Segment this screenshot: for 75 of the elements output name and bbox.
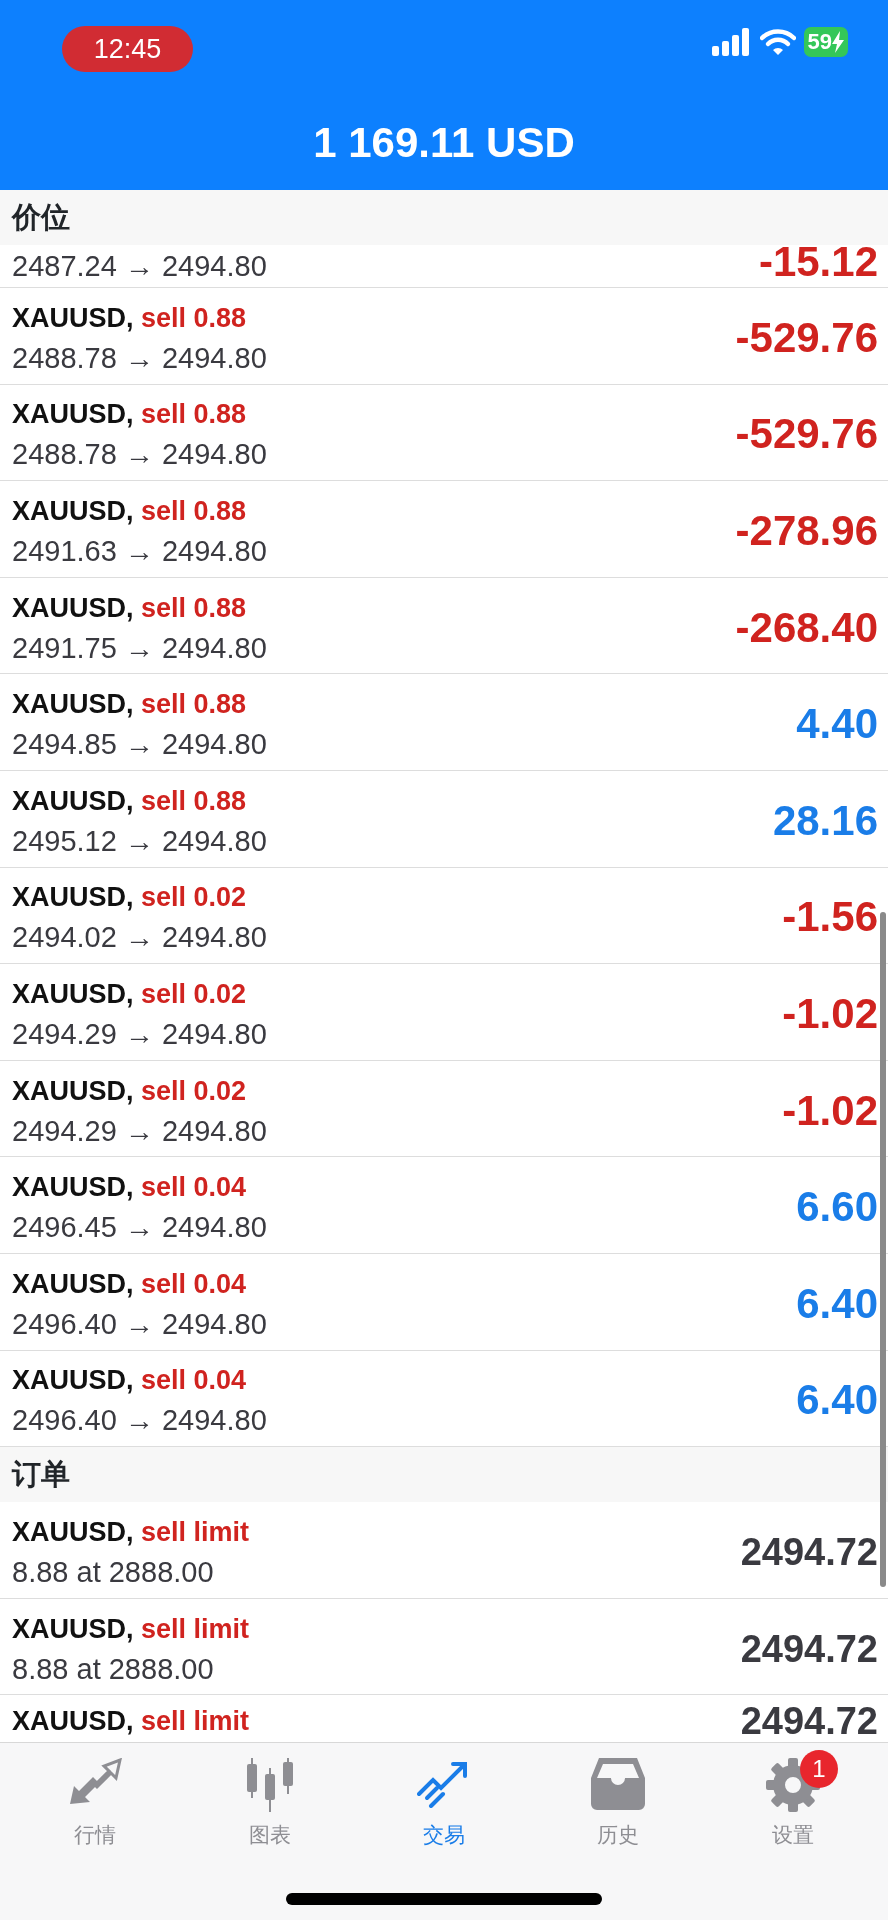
order-type: sell 0.88 — [140, 302, 247, 333]
order-type: sell 0.02 — [140, 882, 247, 913]
symbol-label: XAUUSD, — [12, 785, 134, 816]
profit-value: 6.40 — [796, 1279, 878, 1328]
price-detail: 2487.24 → 2494.80 — [12, 249, 267, 284]
symbol-label: XAUUSD, — [12, 496, 134, 526]
section-header: 订单 — [0, 1447, 888, 1503]
price-detail: 2491.75 → 2494.80 — [12, 630, 267, 666]
order-type: sell limit — [140, 1613, 250, 1644]
status-time: 12:45 — [62, 25, 193, 72]
order-type: sell 0.04 — [140, 1172, 247, 1203]
tab-button[interactable]: 行情 — [8, 1743, 183, 1920]
order-type: sell limit — [140, 1516, 250, 1547]
battery-level: 59 — [803, 26, 848, 57]
section-header: 价位 — [0, 190, 888, 245]
order-type: sell 0.88 — [140, 592, 247, 623]
symbol-label: XAUUSD, — [12, 1172, 134, 1203]
charging-icon — [832, 30, 844, 53]
price-detail: 2494.29 → 2494.80 — [12, 1113, 267, 1149]
price-detail: 2495.12 → 2494.80 — [12, 823, 267, 859]
tab-button[interactable]: 交易 — [356, 1743, 532, 1920]
order-type: sell 0.88 — [140, 496, 247, 526]
profit-value: -268.40 — [735, 603, 878, 652]
symbol-label: XAUUSD, — [12, 882, 134, 913]
price-detail: 8.88 at 2888.00 — [12, 1651, 215, 1687]
wifi-icon — [759, 27, 796, 56]
symbol-label: XAUUSD, — [12, 1075, 134, 1106]
profit-value: 6.40 — [796, 1376, 878, 1425]
symbol-label: XAUUSD, — [12, 399, 134, 430]
symbol-label: XAUUSD, — [12, 302, 134, 333]
profit-value: 4.40 — [796, 700, 878, 749]
price-detail: 2496.40 → 2494.80 — [12, 1403, 267, 1439]
price-detail: 8.88 at 2888.00 — [12, 1554, 215, 1590]
order-type: sell 0.88 — [140, 399, 247, 430]
order-type: sell 0.02 — [140, 1075, 247, 1106]
price-detail: 2491.63 → 2494.80 — [12, 534, 267, 569]
symbol-label: XAUUSD, — [12, 1365, 134, 1396]
symbol-label: XAUUSD, — [12, 592, 134, 623]
profit-value: 28.16 — [772, 796, 878, 845]
price-detail: 2496.45 → 2494.80 — [12, 1210, 267, 1246]
symbol-label: XAUUSD, — [12, 1613, 134, 1644]
symbol-label: XAUUSD, — [12, 1516, 134, 1547]
price-detail: 2494.02 → 2494.80 — [12, 920, 267, 956]
profit-value: -529.76 — [735, 313, 878, 362]
order-type: sell 0.88 — [140, 689, 247, 720]
inbox-icon — [591, 1758, 646, 1810]
symbol-label: XAUUSD, — [12, 1268, 134, 1299]
symbol-label: XAUUSD, — [12, 978, 134, 1009]
tab-button[interactable]: 历史 — [531, 1743, 706, 1920]
order-type: sell 0.02 — [140, 978, 247, 1009]
price-detail: 2496.40 → 2494.80 — [12, 1306, 267, 1342]
profit-value: -1.02 — [782, 1086, 878, 1135]
notification-badge: 1 — [799, 1750, 838, 1788]
profit-value: -278.96 — [735, 507, 878, 555]
price-detail: 2494.29 → 2494.80 — [12, 1016, 267, 1052]
price-detail: 2488.78 → 2494.80 — [12, 437, 267, 473]
price-detail: 2494.85 → 2494.80 — [12, 727, 267, 763]
order-type: sell 0.04 — [140, 1268, 247, 1299]
profit-value: -529.76 — [735, 410, 878, 459]
profit-value: -1.02 — [782, 989, 878, 1038]
tab-button[interactable]: 1 设置 — [705, 1743, 881, 1920]
order-type: sell 0.88 — [140, 785, 247, 816]
account-balance: 1 169.11 USD — [312, 118, 576, 168]
profit-value: 6.60 — [796, 1183, 878, 1232]
profit-value: -1.56 — [782, 893, 878, 942]
symbol-label: XAUUSD, — [12, 689, 134, 720]
order-type: sell 0.04 — [140, 1365, 247, 1396]
profit-value: 2494.72 — [740, 1699, 878, 1745]
signal-icon — [711, 27, 752, 56]
arrows-icon — [68, 1758, 123, 1806]
profit-value: 2494.72 — [740, 1529, 878, 1575]
order-type: sell limit — [140, 1706, 250, 1737]
profit-value: 2494.72 — [740, 1626, 878, 1672]
symbol-label: XAUUSD, — [12, 1706, 134, 1737]
price-detail: 2488.78 → 2494.80 — [12, 340, 267, 376]
